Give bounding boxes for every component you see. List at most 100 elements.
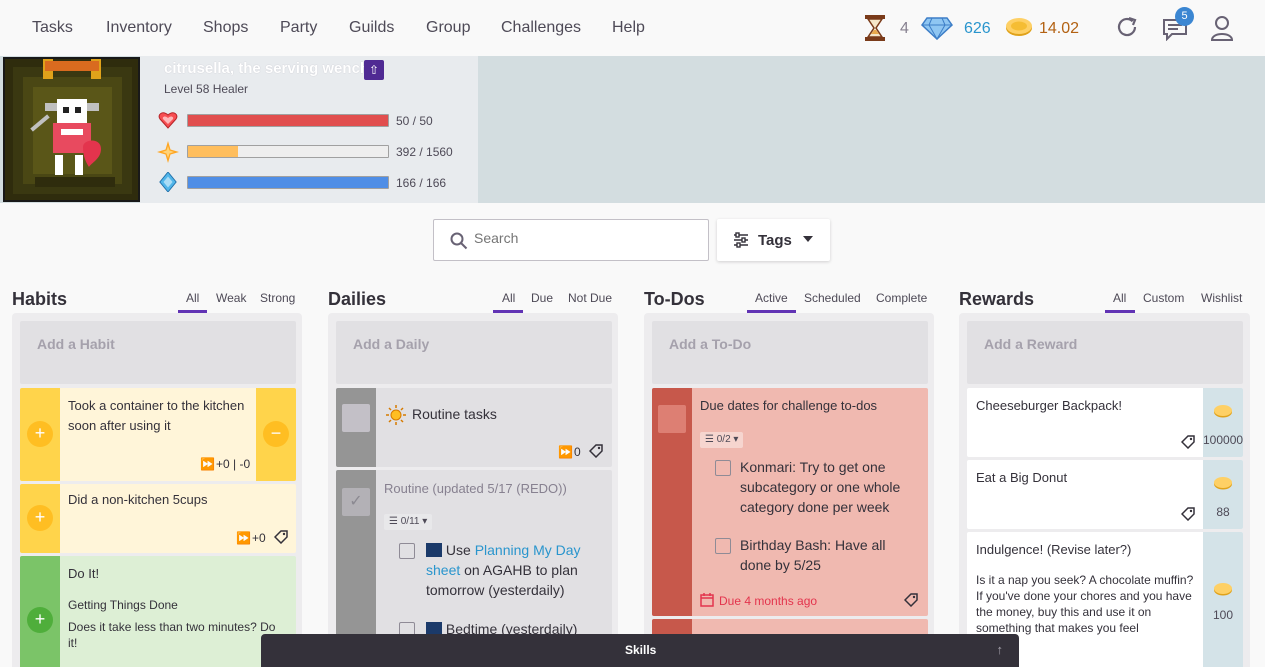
gold-coin-icon xyxy=(1006,18,1032,36)
daily-card[interactable]: Routine tasks ⏩ 0 xyxy=(336,388,612,467)
add-habit-input[interactable]: Add a Habit xyxy=(20,321,296,384)
gem-count: 626 xyxy=(964,20,991,37)
nav-guilds[interactable]: Guilds xyxy=(349,19,394,37)
health-bar xyxy=(187,114,389,127)
add-daily-placeholder: Add a Daily xyxy=(353,336,430,352)
checklist-toggle[interactable]: ☰ 0/11 ▾ xyxy=(384,514,433,530)
nav-party[interactable]: Party xyxy=(280,19,317,37)
add-reward-placeholder: Add a Reward xyxy=(984,336,1078,352)
habits-filter-weak[interactable]: Weak xyxy=(216,291,246,305)
habit-text: Took a container to the kitchen soon aft… xyxy=(68,398,245,433)
search-icon xyxy=(450,232,468,250)
habit-counter: +0 xyxy=(252,531,266,545)
rewards-filter-all[interactable]: All xyxy=(1113,291,1126,305)
todo-card[interactable]: Due dates for challenge to-dos ☰ 0/2 ▾ K… xyxy=(652,388,928,616)
experience-bar-fill xyxy=(188,146,239,157)
add-todo-input[interactable]: Add a To-Do xyxy=(652,321,928,384)
reward-notes: Is it a nap you seek? A chocolate muffin… xyxy=(976,573,1194,635)
habit-card[interactable]: + Did a non-kitchen 5cups ⏩ +0 xyxy=(20,484,296,553)
checklist-count: 0/11 xyxy=(400,516,420,527)
hourglass-count: 4 xyxy=(900,20,909,37)
reward-card[interactable]: Eat a Big Donut 88 xyxy=(967,460,1243,529)
health-value: 50 / 50 xyxy=(396,114,433,128)
add-reward-input[interactable]: Add a Reward xyxy=(967,321,1243,384)
sync-icon[interactable] xyxy=(1115,15,1139,39)
search-box xyxy=(433,219,709,261)
tags-label: Tags xyxy=(758,232,792,249)
calendar-icon xyxy=(700,593,714,607)
plus-icon[interactable]: + xyxy=(27,505,53,531)
dailies-filter-due[interactable]: Due xyxy=(531,291,553,305)
streak-icon: ⏩ xyxy=(558,445,573,459)
checklist-item-prefix: Use xyxy=(445,542,475,558)
add-daily-input[interactable]: Add a Daily xyxy=(336,321,612,384)
habit-counter: +0 | -0 xyxy=(216,457,251,471)
minus-icon[interactable]: − xyxy=(263,421,289,447)
checklist-item-checkbox[interactable] xyxy=(399,543,415,559)
tags-button[interactable]: Tags xyxy=(717,219,830,261)
user-icon[interactable] xyxy=(1210,15,1234,41)
nav-challenges[interactable]: Challenges xyxy=(501,19,581,37)
nav-group[interactable]: Group xyxy=(426,19,470,37)
streak-icon: ⏩ xyxy=(200,457,215,471)
health-icon xyxy=(158,112,178,129)
search-input[interactable] xyxy=(474,230,694,246)
dailies-filter-not-due[interactable]: Not Due xyxy=(568,291,612,305)
reward-text: Cheeseburger Backpack! xyxy=(976,398,1122,413)
habits-filter-all[interactable]: All xyxy=(186,291,199,305)
nav-help[interactable]: Help xyxy=(612,19,645,37)
nav-shops[interactable]: Shops xyxy=(203,19,248,37)
tag-icon[interactable] xyxy=(589,444,603,458)
tag-icon[interactable] xyxy=(1181,507,1195,521)
nav-tasks[interactable]: Tasks xyxy=(32,19,73,37)
rewards-filter-custom[interactable]: Custom xyxy=(1143,291,1184,305)
tag-icon[interactable] xyxy=(1181,435,1195,449)
habits-filter-strong[interactable]: Strong xyxy=(260,291,295,305)
todos-filter-complete[interactable]: Complete xyxy=(876,291,927,305)
checklist-item-text: Konmari: Try to get one subcategory or o… xyxy=(740,459,901,515)
check-icon[interactable]: ✓ xyxy=(342,488,370,516)
plus-icon[interactable]: + xyxy=(27,421,53,447)
gold-coin-icon xyxy=(1214,477,1232,490)
plus-icon[interactable]: + xyxy=(27,607,53,633)
tag-icon[interactable] xyxy=(904,593,918,607)
mana-bar-fill xyxy=(188,177,388,188)
mana-icon xyxy=(159,172,177,192)
checklist-toggle[interactable]: ☰ 0/2 ▾ xyxy=(700,432,744,448)
skills-drawer[interactable]: Skills ↑ xyxy=(261,634,1019,667)
arrow-up-icon[interactable]: ↑ xyxy=(997,642,1004,657)
add-habit-placeholder: Add a Habit xyxy=(37,336,115,352)
nav-inventory[interactable]: Inventory xyxy=(106,19,172,37)
rewards-filter-wishlist[interactable]: Wishlist xyxy=(1201,291,1242,305)
gold-coin-icon xyxy=(1214,583,1232,596)
reward-price: 88 xyxy=(1216,505,1230,519)
dailies-filter-all[interactable]: All xyxy=(502,291,515,305)
avatar[interactable] xyxy=(3,57,140,202)
reward-buy-side[interactable] xyxy=(1203,532,1243,667)
experience-bar xyxy=(187,145,389,158)
daily-checkbox[interactable] xyxy=(342,404,370,432)
checklist-item-checkbox[interactable] xyxy=(715,538,731,554)
reward-card[interactable]: Cheeseburger Backpack! 100000 xyxy=(967,388,1243,457)
daily-text: Routine tasks xyxy=(412,406,497,422)
habit-card[interactable]: + − Took a container to the kitchen soon… xyxy=(20,388,296,481)
level-up-icon[interactable]: ⇧ xyxy=(364,60,384,80)
checklist-count: 0/2 xyxy=(716,434,731,445)
habit-subtitle: Getting Things Done xyxy=(68,598,178,612)
add-todo-placeholder: Add a To-Do xyxy=(669,336,752,352)
todos-filter-scheduled[interactable]: Scheduled xyxy=(804,291,861,305)
habit-card[interactable]: + Do It! Getting Things Done Does it tak… xyxy=(20,556,296,667)
habit-text: Do It! xyxy=(68,566,100,581)
checklist-item-checkbox[interactable] xyxy=(715,460,731,476)
caret-down-icon xyxy=(803,236,813,242)
tag-icon[interactable] xyxy=(274,530,288,544)
habit-notes: Does it take less than two minutes? Do i… xyxy=(68,620,276,650)
reward-price: 100 xyxy=(1212,608,1234,622)
todo-checkbox[interactable] xyxy=(658,405,686,433)
gold-count: 14.02 xyxy=(1039,20,1080,37)
rewards-title: Rewards xyxy=(959,289,1035,309)
checklist-item-text: Use Planning My Day sheet on AGAHB to pl… xyxy=(426,540,606,600)
username: citrusella, the serving wench xyxy=(164,60,370,77)
habits-title: Habits xyxy=(12,289,68,309)
todos-filter-active[interactable]: Active xyxy=(755,291,788,305)
